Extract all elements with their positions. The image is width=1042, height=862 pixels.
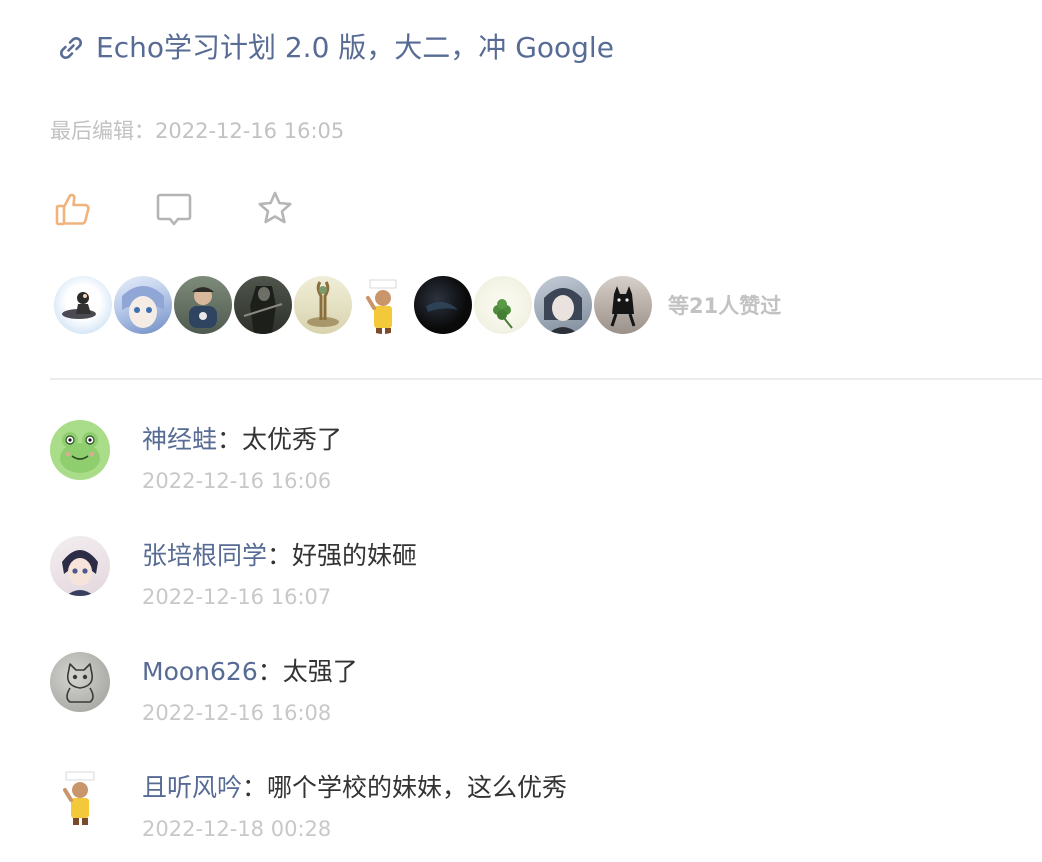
comment-time: 2022-12-16 16:07 — [142, 585, 332, 609]
favorite-button[interactable] — [252, 186, 298, 232]
liker-avatar[interactable] — [534, 276, 592, 334]
comment-separator: ： — [217, 425, 243, 454]
post-link-title[interactable]: Echo学习计划 2.0 版，大二，冲 Google — [56, 28, 614, 68]
comment-line: 且听风吟：哪个学校的妹妹，这么优秀 — [142, 770, 567, 806]
comment-time: 2022-12-16 16:06 — [142, 469, 332, 493]
cat-sketch-avatar[interactable] — [50, 652, 110, 712]
liker-avatar[interactable] — [114, 276, 172, 334]
like-button[interactable] — [50, 186, 96, 232]
comment-separator: ： — [242, 773, 268, 802]
cartoon-player-avatar[interactable] — [50, 768, 110, 828]
liker-avatar[interactable] — [54, 276, 112, 334]
comment-item: Moon626：太强了 2022-12-16 16:08 — [50, 652, 1010, 742]
comment-line: Moon626：太强了 — [142, 654, 358, 690]
moments-post-detail: Echo学习计划 2.0 版，大二，冲 Google 最后编辑：2022-12-… — [0, 0, 1042, 862]
comment-button[interactable] — [151, 186, 197, 232]
liker-avatar[interactable] — [594, 276, 652, 334]
likes-count[interactable]: 等21人赞过 — [668, 290, 781, 320]
thumbs-up-icon — [55, 193, 90, 226]
anime-boy-avatar[interactable] — [50, 536, 110, 596]
comment-text: 太优秀了 — [242, 425, 343, 454]
comment-time: 2022-12-18 00:28 — [142, 817, 332, 841]
star-icon — [258, 191, 292, 224]
comment-item: 张培根同学：好强的妹砸 2022-12-16 16:07 — [50, 536, 1010, 626]
comment-text: 太强了 — [282, 657, 358, 686]
comment-icon — [156, 193, 192, 226]
comment-author[interactable]: 张培根同学 — [142, 541, 267, 570]
liker-avatar[interactable] — [174, 276, 232, 334]
comment-author[interactable]: Moon626 — [142, 657, 258, 686]
liker-avatar[interactable] — [354, 276, 412, 334]
comment-text: 哪个学校的妹妹，这么优秀 — [267, 773, 568, 802]
comment-author[interactable]: 神经蛙 — [142, 425, 217, 454]
comment-item: 且听风吟：哪个学校的妹妹，这么优秀 2022-12-18 00:28 — [50, 768, 1010, 858]
comment-line: 张培根同学：好强的妹砸 — [142, 538, 417, 574]
comment-text: 好强的妹砸 — [292, 541, 418, 570]
comment-separator: ： — [267, 541, 293, 570]
liker-avatar[interactable] — [294, 276, 352, 334]
comment-separator: ： — [257, 657, 283, 686]
liker-avatar[interactable] — [474, 276, 532, 334]
comment-author[interactable]: 且听风吟 — [142, 773, 242, 802]
post-link-text: Echo学习计划 2.0 版，大二，冲 Google — [96, 31, 614, 64]
comment-line: 神经蛙：太优秀了 — [142, 422, 342, 458]
liker-avatar[interactable] — [234, 276, 292, 334]
comment-time: 2022-12-16 16:08 — [142, 701, 332, 725]
last-edit-time: 2022-12-16 16:05 — [155, 119, 345, 143]
likes-row: 等21人赞过 — [54, 274, 781, 336]
divider — [50, 378, 1042, 380]
link-icon — [56, 33, 86, 63]
frog-avatar[interactable] — [50, 420, 110, 480]
liker-avatar[interactable] — [414, 276, 472, 334]
last-edit-label: 最后编辑： — [50, 119, 155, 143]
comment-item: 神经蛙：太优秀了 2022-12-16 16:06 — [50, 420, 1010, 510]
last-edit-info: 最后编辑：2022-12-16 16:05 — [50, 116, 344, 146]
